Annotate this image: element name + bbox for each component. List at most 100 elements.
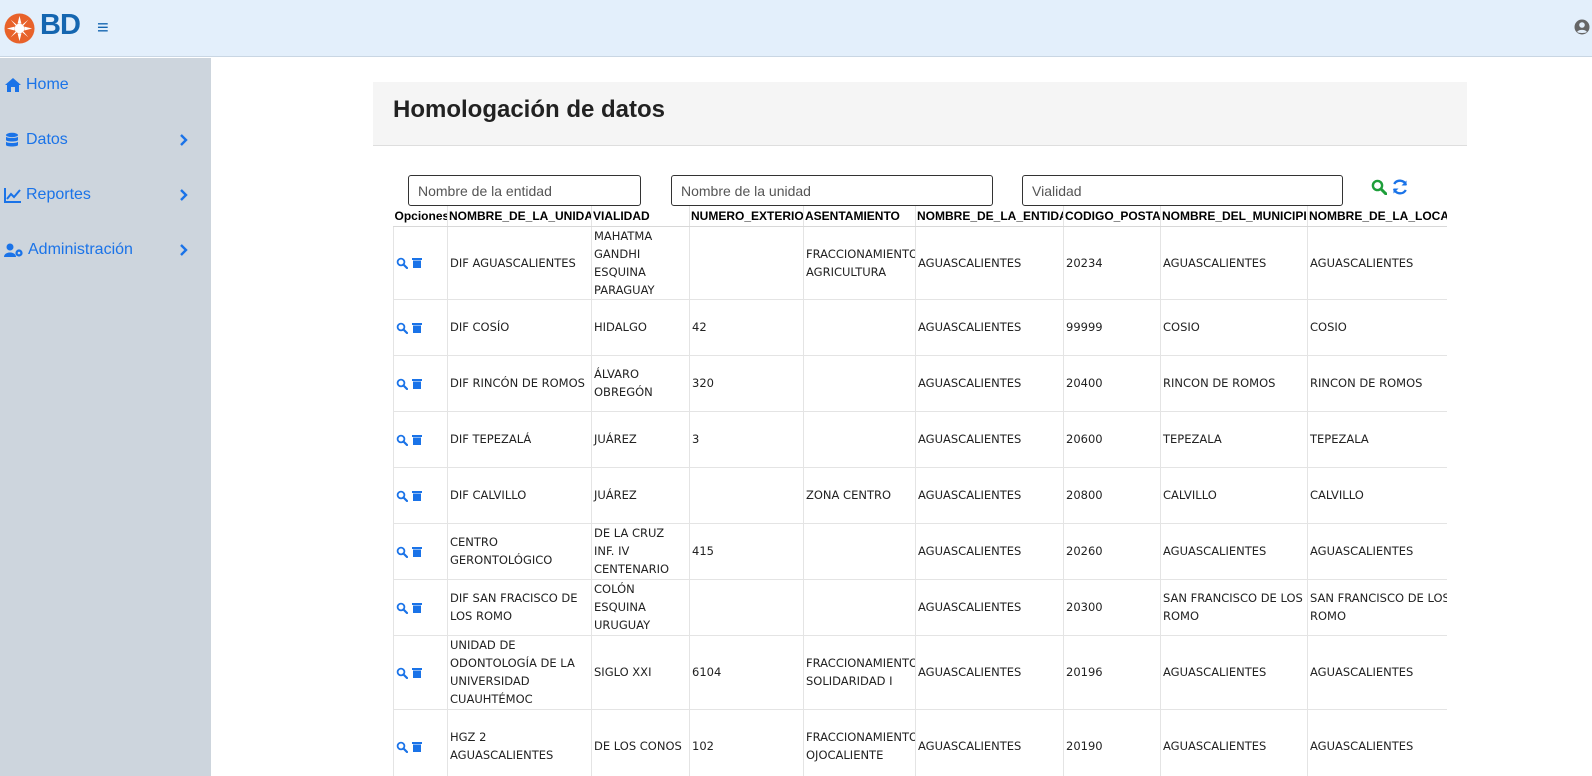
page-title: Homologación de datos — [393, 96, 666, 123]
table-cell: DE LOS CONOS — [591, 708, 690, 776]
table-cell — [803, 354, 916, 412]
column-header: CODIGO_POSTAL — [1063, 206, 1161, 227]
top-navbar: BD ≡ — [0, 0, 1592, 57]
table-cell: CALVILLO — [1160, 466, 1308, 524]
table-cell: RINCON DE ROMOS — [1160, 354, 1308, 412]
table-cell: AGUASCALIENTES — [1307, 708, 1447, 776]
delete-icon[interactable] — [411, 257, 423, 269]
search-icon[interactable] — [1371, 179, 1387, 195]
table-cell: DE LA CRUZ INF. IV CENTENARIO — [591, 522, 690, 580]
table-cell: AGUASCALIENTES — [915, 298, 1064, 356]
view-icon[interactable] — [396, 741, 409, 753]
row-actions-cell — [393, 225, 448, 300]
table-cell — [803, 578, 916, 636]
delete-icon[interactable] — [411, 741, 423, 753]
view-icon[interactable] — [396, 434, 409, 446]
delete-icon[interactable] — [411, 546, 423, 558]
table-cell: AGUASCALIENTES — [915, 708, 1064, 776]
view-icon[interactable] — [396, 602, 409, 614]
table-cell: HIDALGO — [591, 298, 690, 356]
table-cell: TEPEZALA — [1160, 410, 1308, 468]
chevron-right-icon — [180, 189, 188, 201]
table-cell: 20300 — [1063, 578, 1161, 636]
data-table: Opciones NOMBRE_DE_LA_UNIDAD VIALIDAD NUMER… — [393, 206, 1447, 776]
view-icon[interactable] — [396, 546, 409, 558]
delete-icon[interactable] — [411, 322, 423, 334]
table-cell: FRACCIONAMIENTO AGRICULTURA — [803, 225, 916, 300]
delete-icon[interactable] — [411, 378, 423, 390]
sidebar-item-datos[interactable]: Datos — [0, 120, 211, 160]
table-cell: TEPEZALA — [1307, 410, 1447, 468]
sidebar-item-reportes[interactable]: Reportes — [0, 175, 211, 215]
sidebar-item-administracion[interactable]: Administración — [0, 230, 211, 270]
sidebar-item-label: Administración — [28, 241, 133, 258]
row-actions-cell — [393, 634, 448, 710]
column-header: NOMBRE_DE_LA_LOCALIDAD — [1307, 206, 1447, 227]
delete-icon[interactable] — [411, 602, 423, 614]
row-actions-cell — [393, 708, 448, 776]
table-cell: SAN FRANCISCO DE LOS ROMO — [1160, 578, 1308, 636]
brand-name[interactable]: BD — [40, 9, 81, 42]
table-row: DIF COSÍO HIDALGO 42 AGUASCALIENTES 99999 COS… — [393, 298, 1447, 356]
row-actions-cell — [393, 522, 448, 580]
table-cell: RINCON DE ROMOS — [1307, 354, 1447, 412]
bd-logo-icon — [4, 13, 35, 44]
table-cell: DIF TEPEZALÁ — [447, 410, 592, 468]
table-row: DIF TEPEZALÁ JUÁREZ 3 AGUASCALIENTES 20600 TE… — [393, 410, 1447, 468]
table-cell — [689, 578, 804, 636]
table-cell: DIF COSÍO — [447, 298, 592, 356]
table-cell: 6104 — [689, 634, 804, 710]
view-icon[interactable] — [396, 667, 409, 679]
table-cell: 20600 — [1063, 410, 1161, 468]
table-cell: AGUASCALIENTES — [1307, 225, 1447, 300]
table-cell: COSIO — [1307, 298, 1447, 356]
delete-icon[interactable] — [411, 434, 423, 446]
delete-icon[interactable] — [411, 490, 423, 502]
table-cell: JUÁREZ — [591, 466, 690, 524]
refresh-icon[interactable] — [1391, 178, 1409, 196]
table-cell: AGUASCALIENTES — [1160, 225, 1308, 300]
table-cell: 20196 — [1063, 634, 1161, 710]
users-cog-icon — [4, 243, 23, 257]
table-cell: 20400 — [1063, 354, 1161, 412]
user-circle-icon[interactable] — [1574, 19, 1590, 35]
view-icon[interactable] — [396, 378, 409, 390]
view-icon[interactable] — [396, 490, 409, 502]
table-cell: 42 — [689, 298, 804, 356]
road-filter-input[interactable] — [1022, 175, 1343, 206]
table-cell: AGUASCALIENTES — [915, 466, 1064, 524]
view-icon[interactable] — [396, 257, 409, 270]
table-cell: 20234 — [1063, 225, 1161, 300]
table-cell — [803, 410, 916, 468]
entity-name-filter-input[interactable] — [408, 175, 641, 206]
database-icon — [6, 132, 18, 147]
sidebar-item-home[interactable]: Home — [0, 65, 211, 105]
table-cell: SAN FRANCISCO DE LOS ROMO — [1307, 578, 1447, 636]
table-cell: ÁLVARO OBREGÓN — [591, 354, 690, 412]
table-cell: FRACCIONAMIENTO OJOCALIENTE — [803, 708, 916, 776]
table-cell: 320 — [689, 354, 804, 412]
column-header: NOMBRE_DE_LA_UNIDAD — [447, 206, 592, 227]
table-cell: ZONA CENTRO — [803, 466, 916, 524]
table-cell: AGUASCALIENTES — [915, 522, 1064, 580]
unit-name-filter-input[interactable] — [671, 175, 993, 206]
table-cell — [689, 466, 804, 524]
table-cell: AGUASCALIENTES — [915, 225, 1064, 300]
table-cell: DIF AGUASCALIENTES — [447, 225, 592, 300]
table-body: DIF AGUASCALIENTES MAHATMA GANDHI ESQUINA… — [393, 225, 1447, 776]
row-actions-cell — [393, 354, 448, 412]
page-header-panel: Homologación de datos — [373, 82, 1467, 146]
table-cell: UNIDAD DE ODONTOLOGÍA DE LA UNIVERSIDAD … — [447, 634, 592, 710]
table-row: HGZ 2 AGUASCALIENTES DE LOS CONOS 102 FRACC… — [393, 708, 1447, 776]
column-header: NUMERO_EXTERIOR — [689, 206, 804, 227]
chart-line-icon — [4, 188, 21, 203]
hamburger-icon[interactable]: ≡ — [97, 18, 109, 38]
table-cell: 415 — [689, 522, 804, 580]
table-cell: AGUASCALIENTES — [1160, 708, 1308, 776]
view-icon[interactable] — [396, 322, 409, 334]
table-cell: DIF CALVILLO — [447, 466, 592, 524]
table-cell — [803, 522, 916, 580]
table-cell: 20800 — [1063, 466, 1161, 524]
delete-icon[interactable] — [411, 667, 423, 679]
table-cell: 102 — [689, 708, 804, 776]
